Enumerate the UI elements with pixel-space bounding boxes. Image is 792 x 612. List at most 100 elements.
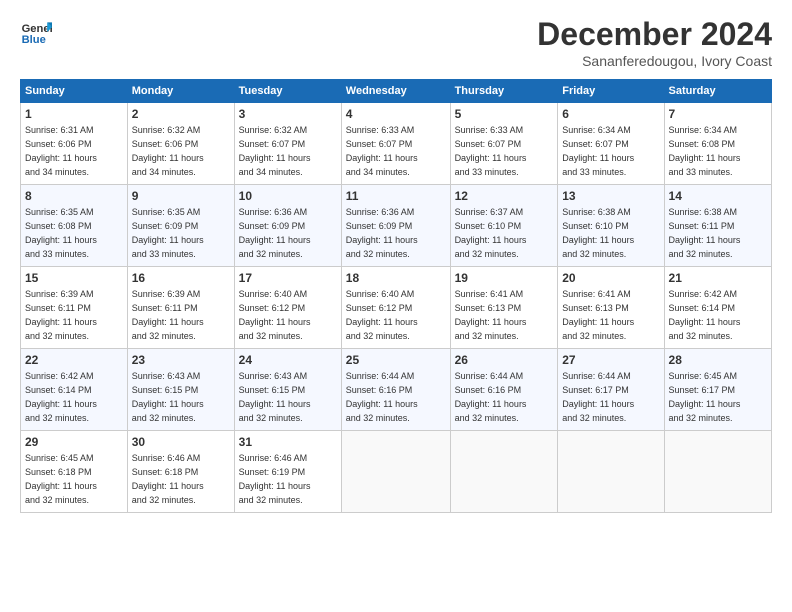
calendar-cell: [341, 431, 450, 513]
header: General Blue December 2024 Sananferedoug…: [20, 16, 772, 69]
calendar-cell: 28 Sunrise: 6:45 AM Sunset: 6:17 PM Dayli…: [664, 349, 771, 431]
logo: General Blue: [20, 16, 52, 48]
calendar-cell: 18 Sunrise: 6:40 AM Sunset: 6:12 PM Dayli…: [341, 267, 450, 349]
day-info: Sunrise: 6:33 AM Sunset: 6:07 PM Dayligh…: [346, 125, 418, 176]
calendar-week-row: 15Sunrise: 6:39 AM Sunset: 6:11 PM Dayli…: [21, 267, 772, 349]
day-number: 24: [239, 352, 337, 368]
calendar-cell: 7Sunrise: 6:34 AM Sunset: 6:08 PM Daylig…: [664, 103, 771, 185]
weekday-header: Saturday: [664, 80, 771, 103]
day-info: Sunrise: 6:42 AM Sunset: 6:14 PM Dayligh…: [669, 289, 741, 340]
day-number: 22: [25, 352, 123, 368]
calendar-cell: 13 Sunrise: 6:38 AM Sunset: 6:10 PM Dayli…: [558, 185, 664, 267]
day-info: Sunrise: 6:46 AM Sunset: 6:19 PM Dayligh…: [239, 453, 311, 504]
calendar-cell: 25 Sunrise: 6:44 AM Sunset: 6:16 PM Dayli…: [341, 349, 450, 431]
day-info: Sunrise: 6:44 AM Sunset: 6:17 PM Dayligh…: [562, 371, 634, 422]
calendar-cell: 9Sunrise: 6:35 AM Sunset: 6:09 PM Daylig…: [127, 185, 234, 267]
calendar-cell: 26 Sunrise: 6:44 AM Sunset: 6:16 PM Dayli…: [450, 349, 558, 431]
day-info: Sunrise: 6:44 AM Sunset: 6:16 PM Dayligh…: [455, 371, 527, 422]
day-info: Sunrise: 6:34 AM Sunset: 6:08 PM Dayligh…: [669, 125, 741, 176]
calendar-cell: 15Sunrise: 6:39 AM Sunset: 6:11 PM Dayli…: [21, 267, 128, 349]
calendar-week-row: 1 Sunrise: 6:31 AM Sunset: 6:06 PM Daylig…: [21, 103, 772, 185]
weekday-header: Sunday: [21, 80, 128, 103]
calendar-cell: 27Sunrise: 6:44 AM Sunset: 6:17 PM Dayli…: [558, 349, 664, 431]
calendar-cell: 12Sunrise: 6:37 AM Sunset: 6:10 PM Dayli…: [450, 185, 558, 267]
day-number: 10: [239, 188, 337, 204]
day-number: 17: [239, 270, 337, 286]
day-info: Sunrise: 6:34 AM Sunset: 6:07 PM Dayligh…: [562, 125, 634, 176]
day-number: 12: [455, 188, 554, 204]
day-number: 16: [132, 270, 230, 286]
day-number: 31: [239, 434, 337, 450]
weekday-header: Friday: [558, 80, 664, 103]
day-info: Sunrise: 6:35 AM Sunset: 6:08 PM Dayligh…: [25, 207, 97, 258]
calendar-cell: 11Sunrise: 6:36 AM Sunset: 6:09 PM Dayli…: [341, 185, 450, 267]
day-info: Sunrise: 6:38 AM Sunset: 6:10 PM Dayligh…: [562, 207, 634, 258]
day-number: 20: [562, 270, 659, 286]
calendar-cell: [664, 431, 771, 513]
day-info: Sunrise: 6:33 AM Sunset: 6:07 PM Dayligh…: [455, 125, 527, 176]
calendar: SundayMondayTuesdayWednesdayThursdayFrid…: [20, 79, 772, 513]
calendar-cell: 30 Sunrise: 6:46 AM Sunset: 6:18 PM Dayli…: [127, 431, 234, 513]
calendar-cell: 29 Sunrise: 6:45 AM Sunset: 6:18 PM Dayli…: [21, 431, 128, 513]
day-number: 23: [132, 352, 230, 368]
calendar-cell: 17 Sunrise: 6:40 AM Sunset: 6:12 PM Dayli…: [234, 267, 341, 349]
day-number: 1: [25, 106, 123, 122]
day-info: Sunrise: 6:41 AM Sunset: 6:13 PM Dayligh…: [562, 289, 634, 340]
calendar-week-row: 8 Sunrise: 6:35 AM Sunset: 6:08 PM Daylig…: [21, 185, 772, 267]
svg-text:Blue: Blue: [22, 34, 46, 46]
calendar-cell: 1 Sunrise: 6:31 AM Sunset: 6:06 PM Daylig…: [21, 103, 128, 185]
calendar-cell: 16 Sunrise: 6:39 AM Sunset: 6:11 PM Dayli…: [127, 267, 234, 349]
day-info: Sunrise: 6:39 AM Sunset: 6:11 PM Dayligh…: [132, 289, 204, 340]
calendar-cell: 5Sunrise: 6:33 AM Sunset: 6:07 PM Daylig…: [450, 103, 558, 185]
weekday-header: Wednesday: [341, 80, 450, 103]
day-number: 18: [346, 270, 446, 286]
day-number: 19: [455, 270, 554, 286]
day-info: Sunrise: 6:41 AM Sunset: 6:13 PM Dayligh…: [455, 289, 527, 340]
calendar-cell: 21 Sunrise: 6:42 AM Sunset: 6:14 PM Dayli…: [664, 267, 771, 349]
calendar-cell: 22Sunrise: 6:42 AM Sunset: 6:14 PM Dayli…: [21, 349, 128, 431]
day-info: Sunrise: 6:36 AM Sunset: 6:09 PM Dayligh…: [239, 207, 311, 258]
day-number: 8: [25, 188, 123, 204]
day-info: Sunrise: 6:32 AM Sunset: 6:07 PM Dayligh…: [239, 125, 311, 176]
calendar-cell: [450, 431, 558, 513]
calendar-cell: 2 Sunrise: 6:32 AM Sunset: 6:06 PM Daylig…: [127, 103, 234, 185]
calendar-cell: 4 Sunrise: 6:33 AM Sunset: 6:07 PM Daylig…: [341, 103, 450, 185]
logo-icon: General Blue: [20, 16, 52, 48]
calendar-cell: 23Sunrise: 6:43 AM Sunset: 6:15 PM Dayli…: [127, 349, 234, 431]
day-number: 2: [132, 106, 230, 122]
calendar-cell: [558, 431, 664, 513]
day-info: Sunrise: 6:38 AM Sunset: 6:11 PM Dayligh…: [669, 207, 741, 258]
day-info: Sunrise: 6:32 AM Sunset: 6:06 PM Dayligh…: [132, 125, 204, 176]
weekday-header-row: SundayMondayTuesdayWednesdayThursdayFrid…: [21, 80, 772, 103]
day-number: 30: [132, 434, 230, 450]
day-info: Sunrise: 6:44 AM Sunset: 6:16 PM Dayligh…: [346, 371, 418, 422]
day-number: 21: [669, 270, 767, 286]
day-number: 26: [455, 352, 554, 368]
day-number: 14: [669, 188, 767, 204]
day-number: 29: [25, 434, 123, 450]
calendar-cell: 31 Sunrise: 6:46 AM Sunset: 6:19 PM Dayli…: [234, 431, 341, 513]
day-number: 28: [669, 352, 767, 368]
weekday-header: Monday: [127, 80, 234, 103]
calendar-cell: 8 Sunrise: 6:35 AM Sunset: 6:08 PM Daylig…: [21, 185, 128, 267]
calendar-cell: 10 Sunrise: 6:36 AM Sunset: 6:09 PM Dayli…: [234, 185, 341, 267]
day-number: 25: [346, 352, 446, 368]
day-info: Sunrise: 6:45 AM Sunset: 6:18 PM Dayligh…: [25, 453, 97, 504]
month-title: December 2024: [537, 16, 772, 53]
calendar-week-row: 29 Sunrise: 6:45 AM Sunset: 6:18 PM Dayli…: [21, 431, 772, 513]
day-info: Sunrise: 6:46 AM Sunset: 6:18 PM Dayligh…: [132, 453, 204, 504]
day-info: Sunrise: 6:40 AM Sunset: 6:12 PM Dayligh…: [239, 289, 311, 340]
day-number: 3: [239, 106, 337, 122]
day-number: 4: [346, 106, 446, 122]
day-number: 13: [562, 188, 659, 204]
page: General Blue December 2024 Sananferedoug…: [0, 0, 792, 612]
calendar-cell: 14 Sunrise: 6:38 AM Sunset: 6:11 PM Dayli…: [664, 185, 771, 267]
day-info: Sunrise: 6:40 AM Sunset: 6:12 PM Dayligh…: [346, 289, 418, 340]
day-info: Sunrise: 6:43 AM Sunset: 6:15 PM Dayligh…: [239, 371, 311, 422]
day-number: 11: [346, 188, 446, 204]
day-info: Sunrise: 6:45 AM Sunset: 6:17 PM Dayligh…: [669, 371, 741, 422]
weekday-header: Tuesday: [234, 80, 341, 103]
weekday-header: Thursday: [450, 80, 558, 103]
day-info: Sunrise: 6:31 AM Sunset: 6:06 PM Dayligh…: [25, 125, 97, 176]
day-number: 6: [562, 106, 659, 122]
